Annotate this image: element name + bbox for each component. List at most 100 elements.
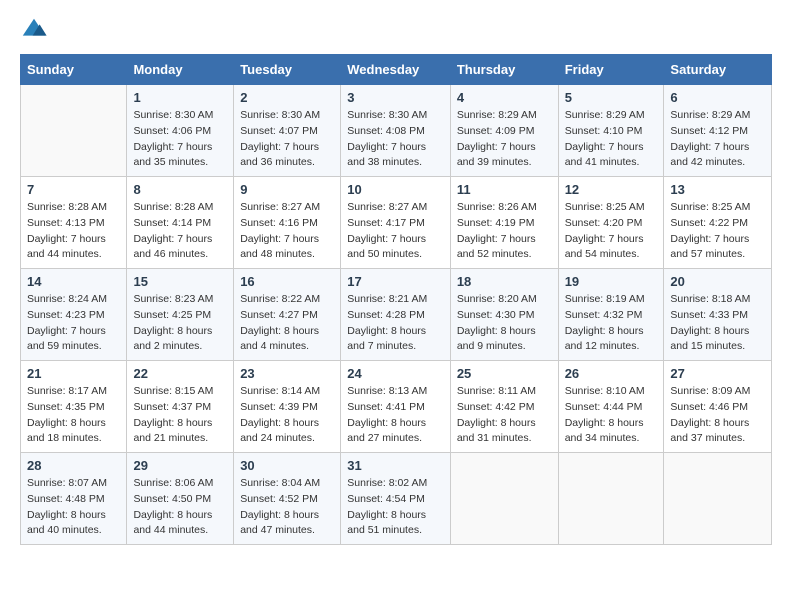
day-info: Sunrise: 8:04 AMSunset: 4:52 PMDaylight:… — [240, 476, 334, 539]
day-info: Sunrise: 8:30 AMSunset: 4:07 PMDaylight:… — [240, 108, 334, 171]
weekday-header-thursday: Thursday — [450, 55, 558, 85]
day-info: Sunrise: 8:29 AMSunset: 4:10 PMDaylight:… — [565, 108, 658, 171]
day-info: Sunrise: 8:07 AMSunset: 4:48 PMDaylight:… — [27, 476, 120, 539]
logo-icon — [20, 16, 48, 44]
day-number: 23 — [240, 366, 334, 381]
day-info: Sunrise: 8:14 AMSunset: 4:39 PMDaylight:… — [240, 384, 334, 447]
day-number: 30 — [240, 458, 334, 473]
day-info: Sunrise: 8:29 AMSunset: 4:12 PMDaylight:… — [670, 108, 765, 171]
logo — [20, 16, 52, 44]
day-number: 2 — [240, 90, 334, 105]
day-number: 11 — [457, 182, 552, 197]
calendar-cell: 19 Sunrise: 8:19 AMSunset: 4:32 PMDayligh… — [558, 269, 664, 361]
day-info: Sunrise: 8:10 AMSunset: 4:44 PMDaylight:… — [565, 384, 658, 447]
weekday-header-saturday: Saturday — [664, 55, 772, 85]
calendar-week-row: 7 Sunrise: 8:28 AMSunset: 4:13 PMDaylight… — [21, 177, 772, 269]
day-number: 25 — [457, 366, 552, 381]
day-number: 9 — [240, 182, 334, 197]
day-info: Sunrise: 8:25 AMSunset: 4:20 PMDaylight:… — [565, 200, 658, 263]
calendar-cell — [450, 453, 558, 545]
calendar-cell: 15Sunrise: 8:23 AMSunset: 4:25 PMDayligh… — [127, 269, 234, 361]
calendar-cell: 14 Sunrise: 8:24 AMSunset: 4:23 PMDayligh… — [21, 269, 127, 361]
calendar-cell: 1 Sunrise: 8:30 AMSunset: 4:06 PMDaylight… — [127, 85, 234, 177]
calendar-cell: 17 Sunrise: 8:21 AMSunset: 4:28 PMDayligh… — [341, 269, 451, 361]
calendar-week-row: 21 Sunrise: 8:17 AMSunset: 4:35 PMDayligh… — [21, 361, 772, 453]
calendar-cell: 21 Sunrise: 8:17 AMSunset: 4:35 PMDayligh… — [21, 361, 127, 453]
calendar-cell — [21, 85, 127, 177]
day-info: Sunrise: 8:28 AMSunset: 4:13 PMDaylight:… — [27, 200, 120, 263]
calendar-cell: 27 Sunrise: 8:09 AMSunset: 4:46 PMDayligh… — [664, 361, 772, 453]
calendar-cell: 10Sunrise: 8:27 AMSunset: 4:17 PMDayligh… — [341, 177, 451, 269]
day-info: Sunrise: 8:23 AMSunset: 4:25 PMDaylight:… — [133, 292, 227, 355]
day-number: 14 — [27, 274, 120, 289]
day-number: 18 — [457, 274, 552, 289]
header-section — [20, 16, 772, 44]
calendar-week-row: 1 Sunrise: 8:30 AMSunset: 4:06 PMDaylight… — [21, 85, 772, 177]
day-number: 10 — [347, 182, 444, 197]
day-number: 5 — [565, 90, 658, 105]
calendar-cell: 31Sunrise: 8:02 AMSunset: 4:54 PMDayligh… — [341, 453, 451, 545]
day-number: 20 — [670, 274, 765, 289]
day-number: 17 — [347, 274, 444, 289]
day-info: Sunrise: 8:22 AMSunset: 4:27 PMDaylight:… — [240, 292, 334, 355]
calendar-cell: 11 Sunrise: 8:26 AMSunset: 4:19 PMDayligh… — [450, 177, 558, 269]
day-number: 12 — [565, 182, 658, 197]
day-info: Sunrise: 8:30 AMSunset: 4:06 PMDaylight:… — [133, 108, 227, 171]
calendar-cell: 13Sunrise: 8:25 AMSunset: 4:22 PMDayligh… — [664, 177, 772, 269]
day-info: Sunrise: 8:26 AMSunset: 4:19 PMDaylight:… — [457, 200, 552, 263]
calendar-cell: 4 Sunrise: 8:29 AMSunset: 4:09 PMDaylight… — [450, 85, 558, 177]
calendar-cell: 3 Sunrise: 8:30 AMSunset: 4:08 PMDaylight… — [341, 85, 451, 177]
day-info: Sunrise: 8:06 AMSunset: 4:50 PMDaylight:… — [133, 476, 227, 539]
calendar-cell — [664, 453, 772, 545]
day-info: Sunrise: 8:27 AMSunset: 4:16 PMDaylight:… — [240, 200, 334, 263]
calendar-cell: 12 Sunrise: 8:25 AMSunset: 4:20 PMDayligh… — [558, 177, 664, 269]
day-number: 21 — [27, 366, 120, 381]
day-number: 29 — [133, 458, 227, 473]
calendar-cell — [558, 453, 664, 545]
weekday-header-tuesday: Tuesday — [234, 55, 341, 85]
day-number: 24 — [347, 366, 444, 381]
day-number: 4 — [457, 90, 552, 105]
day-info: Sunrise: 8:19 AMSunset: 4:32 PMDaylight:… — [565, 292, 658, 355]
day-number: 27 — [670, 366, 765, 381]
calendar-cell: 29 Sunrise: 8:06 AMSunset: 4:50 PMDayligh… — [127, 453, 234, 545]
day-number: 8 — [133, 182, 227, 197]
day-number: 26 — [565, 366, 658, 381]
day-number: 22 — [133, 366, 227, 381]
calendar-cell: 8 Sunrise: 8:28 AMSunset: 4:14 PMDaylight… — [127, 177, 234, 269]
calendar-cell: 24 Sunrise: 8:13 AMSunset: 4:41 PMDayligh… — [341, 361, 451, 453]
day-number: 13 — [670, 182, 765, 197]
day-info: Sunrise: 8:17 AMSunset: 4:35 PMDaylight:… — [27, 384, 120, 447]
weekday-header-sunday: Sunday — [21, 55, 127, 85]
day-number: 19 — [565, 274, 658, 289]
calendar-cell: 5 Sunrise: 8:29 AMSunset: 4:10 PMDaylight… — [558, 85, 664, 177]
weekday-header-wednesday: Wednesday — [341, 55, 451, 85]
day-number: 1 — [133, 90, 227, 105]
weekday-header-row: SundayMondayTuesdayWednesdayThursdayFrid… — [21, 55, 772, 85]
calendar-cell: 7 Sunrise: 8:28 AMSunset: 4:13 PMDaylight… — [21, 177, 127, 269]
day-info: Sunrise: 8:18 AMSunset: 4:33 PMDaylight:… — [670, 292, 765, 355]
day-info: Sunrise: 8:24 AMSunset: 4:23 PMDaylight:… — [27, 292, 120, 355]
day-info: Sunrise: 8:13 AMSunset: 4:41 PMDaylight:… — [347, 384, 444, 447]
day-info: Sunrise: 8:28 AMSunset: 4:14 PMDaylight:… — [133, 200, 227, 263]
calendar-cell: 9 Sunrise: 8:27 AMSunset: 4:16 PMDaylight… — [234, 177, 341, 269]
day-number: 6 — [670, 90, 765, 105]
day-info: Sunrise: 8:11 AMSunset: 4:42 PMDaylight:… — [457, 384, 552, 447]
calendar-cell: 22 Sunrise: 8:15 AMSunset: 4:37 PMDayligh… — [127, 361, 234, 453]
day-number: 28 — [27, 458, 120, 473]
calendar-cell: 28 Sunrise: 8:07 AMSunset: 4:48 PMDayligh… — [21, 453, 127, 545]
day-info: Sunrise: 8:09 AMSunset: 4:46 PMDaylight:… — [670, 384, 765, 447]
day-info: Sunrise: 8:29 AMSunset: 4:09 PMDaylight:… — [457, 108, 552, 171]
calendar-cell: 16Sunrise: 8:22 AMSunset: 4:27 PMDayligh… — [234, 269, 341, 361]
day-info: Sunrise: 8:15 AMSunset: 4:37 PMDaylight:… — [133, 384, 227, 447]
day-number: 7 — [27, 182, 120, 197]
day-info: Sunrise: 8:30 AMSunset: 4:08 PMDaylight:… — [347, 108, 444, 171]
calendar-cell: 18Sunrise: 8:20 AMSunset: 4:30 PMDayligh… — [450, 269, 558, 361]
weekday-header-monday: Monday — [127, 55, 234, 85]
calendar-table: SundayMondayTuesdayWednesdayThursdayFrid… — [20, 54, 772, 545]
day-number: 3 — [347, 90, 444, 105]
calendar-cell: 23 Sunrise: 8:14 AMSunset: 4:39 PMDayligh… — [234, 361, 341, 453]
day-info: Sunrise: 8:21 AMSunset: 4:28 PMDaylight:… — [347, 292, 444, 355]
calendar-cell: 30 Sunrise: 8:04 AMSunset: 4:52 PMDayligh… — [234, 453, 341, 545]
calendar-cell: 25 Sunrise: 8:11 AMSunset: 4:42 PMDayligh… — [450, 361, 558, 453]
